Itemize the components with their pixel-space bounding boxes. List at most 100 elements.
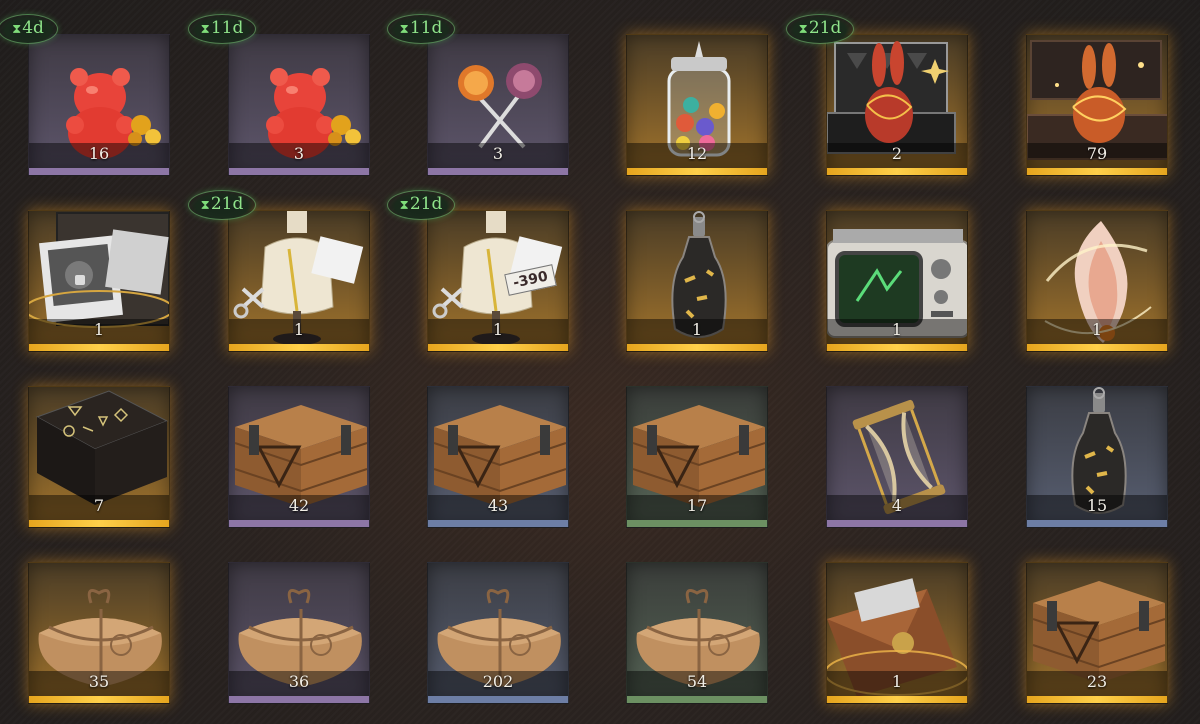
- item-count: 12: [686, 144, 708, 163]
- expiry-timer-text: 11d: [409, 18, 443, 38]
- hourglass-icon: ⧗: [12, 22, 22, 37]
- item-slot-tailor-mannequin-coupon[interactable]: -390 1 ⧗21d: [387, 190, 569, 352]
- item-tile[interactable]: 35: [28, 562, 170, 704]
- rarity-bar-gold: [1027, 696, 1167, 703]
- rarity-bar-purple: [229, 696, 369, 703]
- item-slot-candy-jar[interactable]: 12: [626, 34, 768, 176]
- hourglass-icon: ⧗: [798, 22, 808, 37]
- item-count: 1: [691, 320, 703, 339]
- item-tile[interactable]: 23: [1026, 562, 1168, 704]
- item-count: 2: [891, 144, 903, 163]
- hourglass-icon: ⧗: [200, 198, 210, 213]
- item-tile[interactable]: 42: [228, 386, 370, 528]
- hourglass-icon: ⧗: [399, 22, 409, 37]
- item-tile[interactable]: 3: [228, 34, 370, 176]
- rarity-bar-purple: [229, 520, 369, 527]
- rarity-bar-gold: [428, 344, 568, 351]
- rarity-bar-green: [627, 520, 767, 527]
- item-count: 23: [1086, 672, 1108, 691]
- item-slot-tied-package[interactable]: 36: [228, 562, 370, 704]
- expiry-timer-text: 11d: [210, 18, 244, 38]
- expiry-timer-badge: ⧗4d: [0, 14, 58, 44]
- hourglass-icon: ⧗: [399, 198, 409, 213]
- item-tile[interactable]: 12: [626, 34, 768, 176]
- item-slot-wooden-crate[interactable]: 42: [228, 386, 370, 528]
- item-tile[interactable]: 43: [427, 386, 569, 528]
- rarity-bar-gold: [229, 344, 369, 351]
- rarity-bar-purple: [229, 168, 369, 175]
- item-count: 17: [686, 496, 708, 515]
- item-tile[interactable]: 4: [826, 386, 968, 528]
- rarity-bar-gold: [827, 168, 967, 175]
- item-tile[interactable]: 16: [28, 34, 170, 176]
- item-count: 3: [492, 144, 504, 163]
- item-slot-wooden-crate[interactable]: 43: [427, 386, 569, 528]
- item-tile[interactable]: 202: [427, 562, 569, 704]
- item-tile[interactable]: 54: [626, 562, 768, 704]
- expiry-timer-badge: ⧗21d: [188, 190, 256, 220]
- item-tile[interactable]: -390 1: [427, 210, 569, 352]
- item-count: 1: [93, 320, 105, 339]
- item-slot-message-bottle[interactable]: 1: [626, 210, 768, 352]
- item-tile[interactable]: 79: [1026, 34, 1168, 176]
- item-tile[interactable]: 1: [826, 210, 968, 352]
- item-slot-tied-package[interactable]: 35: [28, 562, 170, 704]
- rarity-bar-gold: [29, 696, 169, 703]
- item-slot-hourglass[interactable]: 4: [826, 386, 968, 528]
- item-slot-tied-package[interactable]: 202: [427, 562, 569, 704]
- item-slot-rabbit-chest[interactable]: 79: [1026, 34, 1168, 176]
- rarity-bar-gold: [827, 344, 967, 351]
- item-count: 7: [93, 496, 105, 515]
- item-tile[interactable]: 1: [228, 210, 370, 352]
- hourglass-icon: ⧗: [200, 22, 210, 37]
- item-slot-sealed-envelope[interactable]: 1: [826, 562, 968, 704]
- item-count: 42: [288, 496, 310, 515]
- item-slot-spirit-flame[interactable]: 1: [1026, 210, 1168, 352]
- expiry-timer-badge: ⧗11d: [188, 14, 256, 44]
- item-count: 1: [891, 320, 903, 339]
- item-slot-tailor-mannequin-portrait[interactable]: 1 ⧗21d: [188, 190, 370, 352]
- item-count: 15: [1086, 496, 1108, 515]
- rarity-bar-gold: [827, 696, 967, 703]
- item-count: 1: [492, 320, 504, 339]
- item-slot-message-bottle[interactable]: 15: [1026, 386, 1168, 528]
- rarity-bar-blue: [1027, 520, 1167, 527]
- rarity-bar-gold: [627, 168, 767, 175]
- rarity-bar-gold: [627, 344, 767, 351]
- item-tile[interactable]: 17: [626, 386, 768, 528]
- rarity-bar-gold: [29, 344, 169, 351]
- item-count: 3: [293, 144, 305, 163]
- item-slot-red-gummy-bear[interactable]: 16 ⧗4d: [0, 14, 170, 176]
- item-slot-tied-package[interactable]: 54: [626, 562, 768, 704]
- item-count: 43: [487, 496, 509, 515]
- item-tile[interactable]: 15: [1026, 386, 1168, 528]
- item-slot-rune-table[interactable]: 7: [28, 386, 170, 528]
- item-count: 1: [293, 320, 305, 339]
- item-count: 1: [891, 672, 903, 691]
- item-slot-red-gummy-bear[interactable]: 3 ⧗11d: [188, 14, 370, 176]
- item-tile[interactable]: 1: [28, 210, 170, 352]
- item-slot-photo-box[interactable]: 1: [28, 210, 170, 352]
- item-tile[interactable]: 1: [826, 562, 968, 704]
- rarity-bar-gold: [29, 520, 169, 527]
- item-slot-old-tv[interactable]: 1: [826, 210, 968, 352]
- item-slot-rabbit-case[interactable]: 2 ⧗21d: [786, 14, 968, 176]
- item-tile[interactable]: 36: [228, 562, 370, 704]
- item-slot-wooden-crate[interactable]: 17: [626, 386, 768, 528]
- item-tile[interactable]: 3: [427, 34, 569, 176]
- expiry-timer-text: 4d: [22, 18, 44, 38]
- expiry-timer-badge: ⧗21d: [387, 190, 455, 220]
- item-tile[interactable]: 1: [1026, 210, 1168, 352]
- item-slot-lollipops[interactable]: 3 ⧗11d: [387, 14, 569, 176]
- item-tile[interactable]: 7: [28, 386, 170, 528]
- expiry-timer-text: 21d: [210, 194, 244, 214]
- rarity-bar-blue: [428, 520, 568, 527]
- item-slot-wooden-crate[interactable]: 23: [1026, 562, 1168, 704]
- rarity-bar-gold: [1027, 344, 1167, 351]
- rarity-bar-green: [627, 696, 767, 703]
- item-count: 79: [1086, 144, 1108, 163]
- item-tile[interactable]: 2: [826, 34, 968, 176]
- item-count: 36: [288, 672, 310, 691]
- item-tile[interactable]: 1: [626, 210, 768, 352]
- rarity-bar-purple: [827, 520, 967, 527]
